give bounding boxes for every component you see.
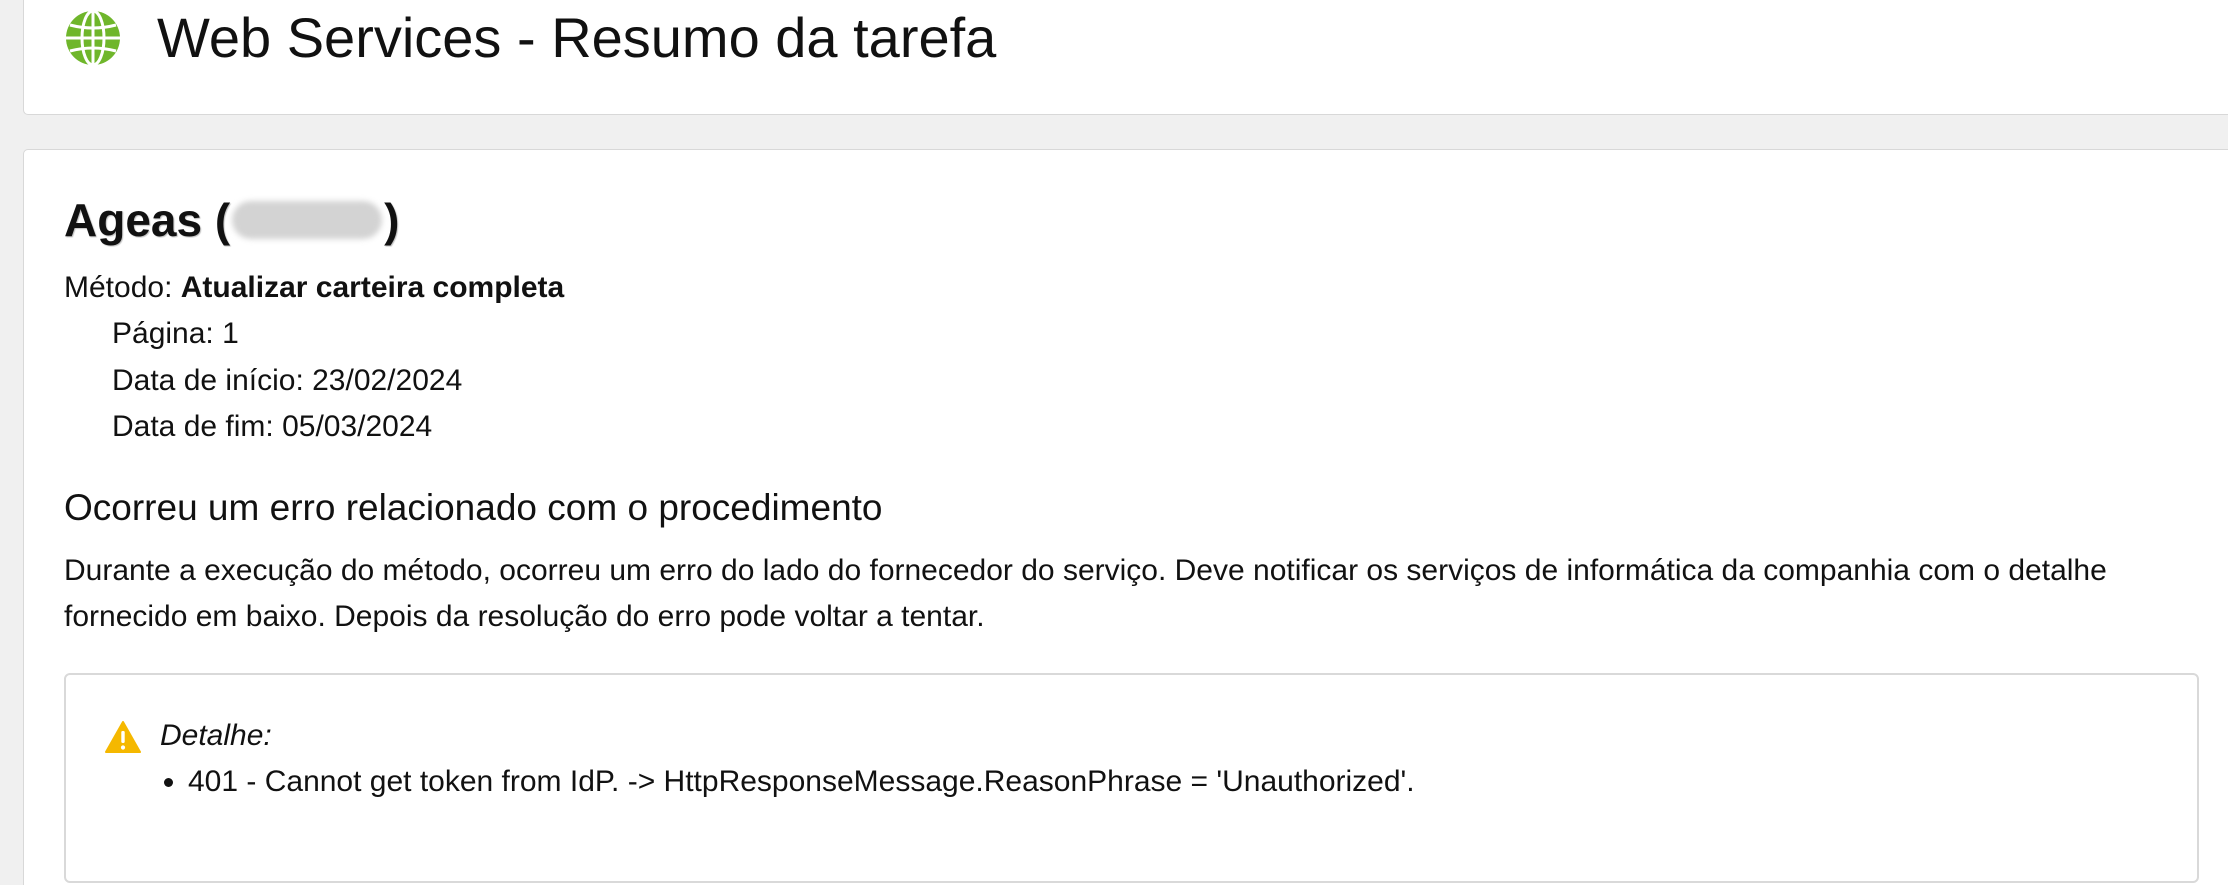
page-number-text: Página: 1 (112, 317, 239, 350)
page: Web Services - Resumo da tarefa Ageas ( … (0, 0, 2228, 885)
method-line: Método: Atualizar carteira completa (64, 268, 564, 308)
provider-title: Ageas ( ) (64, 190, 400, 250)
redacted-provider-code (232, 201, 383, 239)
task-summary-card: Ageas ( ) Método: Atualizar carteira com… (23, 149, 2228, 885)
provider-suffix: ) (384, 194, 400, 246)
error-description: Durante a execução do método, ocorreu um… (64, 554, 2107, 633)
end-date-text: Data de fim: 05/03/2024 (112, 410, 433, 443)
detail-label: Detalhe: (160, 719, 272, 752)
detail-list: 401 - Cannot get token from IdP. -> Http… (158, 761, 1415, 803)
error-heading: Ocorreu um erro relacionado com o proced… (64, 487, 883, 528)
header-card: Web Services - Resumo da tarefa (23, 0, 2228, 115)
method-value: Atualizar carteira completa (180, 271, 565, 304)
error-detail-box: Detalhe: 401 - Cannot get token from IdP… (64, 673, 2199, 883)
method-label: Método: (64, 271, 173, 304)
provider-name: Ageas ( (64, 194, 231, 246)
warning-icon (105, 721, 141, 753)
list-item: 401 - Cannot get token from IdP. -> Http… (188, 761, 1415, 803)
globe-icon (66, 9, 120, 67)
start-date-text: Data de início: 23/02/2024 (112, 364, 463, 397)
page-title: Web Services - Resumo da tarefa (157, 6, 997, 69)
